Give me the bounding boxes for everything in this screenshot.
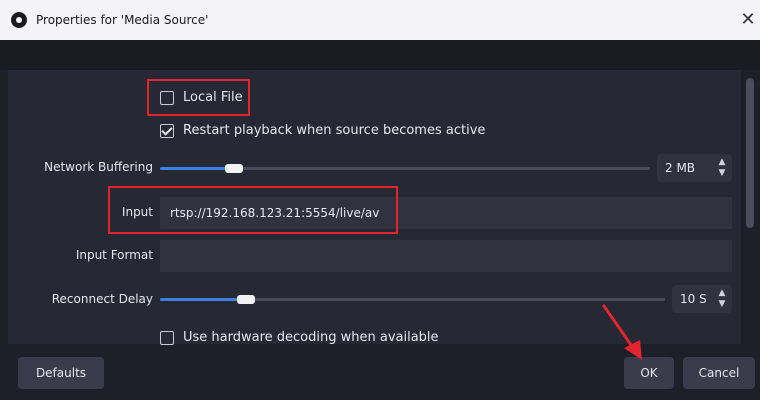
network-buffering-label: Network Buffering (44, 160, 153, 174)
network-buffering-value: 2 MB (665, 161, 696, 175)
scrollbar-thumb[interactable] (746, 78, 754, 228)
defaults-button[interactable]: Defaults (18, 357, 104, 389)
input-label: Input (121, 205, 153, 219)
cancel-button[interactable]: Cancel (683, 357, 755, 389)
reconnect-delay-label: Reconnect Delay (51, 292, 153, 306)
network-buffering-spinbox[interactable]: 2 MB ▲ ▼ (657, 154, 732, 182)
reconnect-delay-slider[interactable] (160, 295, 665, 304)
hardware-decoding-checkbox[interactable] (160, 331, 174, 345)
ok-button[interactable]: OK (624, 357, 674, 389)
hardware-decoding-label: Use hardware decoding when available (183, 330, 439, 345)
restart-playback-checkbox[interactable] (160, 124, 174, 138)
network-buffering-slider-handle[interactable] (225, 164, 243, 173)
local-file-checkbox[interactable] (160, 91, 174, 105)
reconnect-delay-value: 10 S (680, 292, 707, 306)
title-bar: Properties for 'Media Source' ✕ (0, 0, 760, 40)
restart-playback-label: Restart playback when source becomes act… (183, 123, 486, 138)
vertical-scrollbar[interactable] (743, 70, 757, 344)
reconnect-delay-spinbox[interactable]: 10 S ▲ ▼ (672, 285, 732, 313)
local-file-label: Local File (183, 90, 243, 105)
spin-arrows-icon[interactable]: ▲ ▼ (716, 157, 728, 179)
reconnect-delay-slider-handle[interactable] (237, 295, 255, 304)
input-url-field[interactable]: rtsp://192.168.123.21:5554/live/av (160, 197, 732, 229)
close-icon[interactable]: ✕ (738, 8, 758, 32)
spin-arrows-icon[interactable]: ▲ ▼ (716, 288, 728, 310)
window-title: Properties for 'Media Source' (36, 13, 209, 27)
network-buffering-slider-fill (160, 167, 234, 170)
input-format-label: Input Format (75, 248, 153, 262)
reconnect-delay-slider-fill (160, 298, 246, 301)
input-format-field[interactable] (160, 240, 732, 272)
network-buffering-slider[interactable] (160, 164, 650, 173)
preview-area (0, 40, 760, 70)
obs-app-icon (11, 12, 27, 28)
